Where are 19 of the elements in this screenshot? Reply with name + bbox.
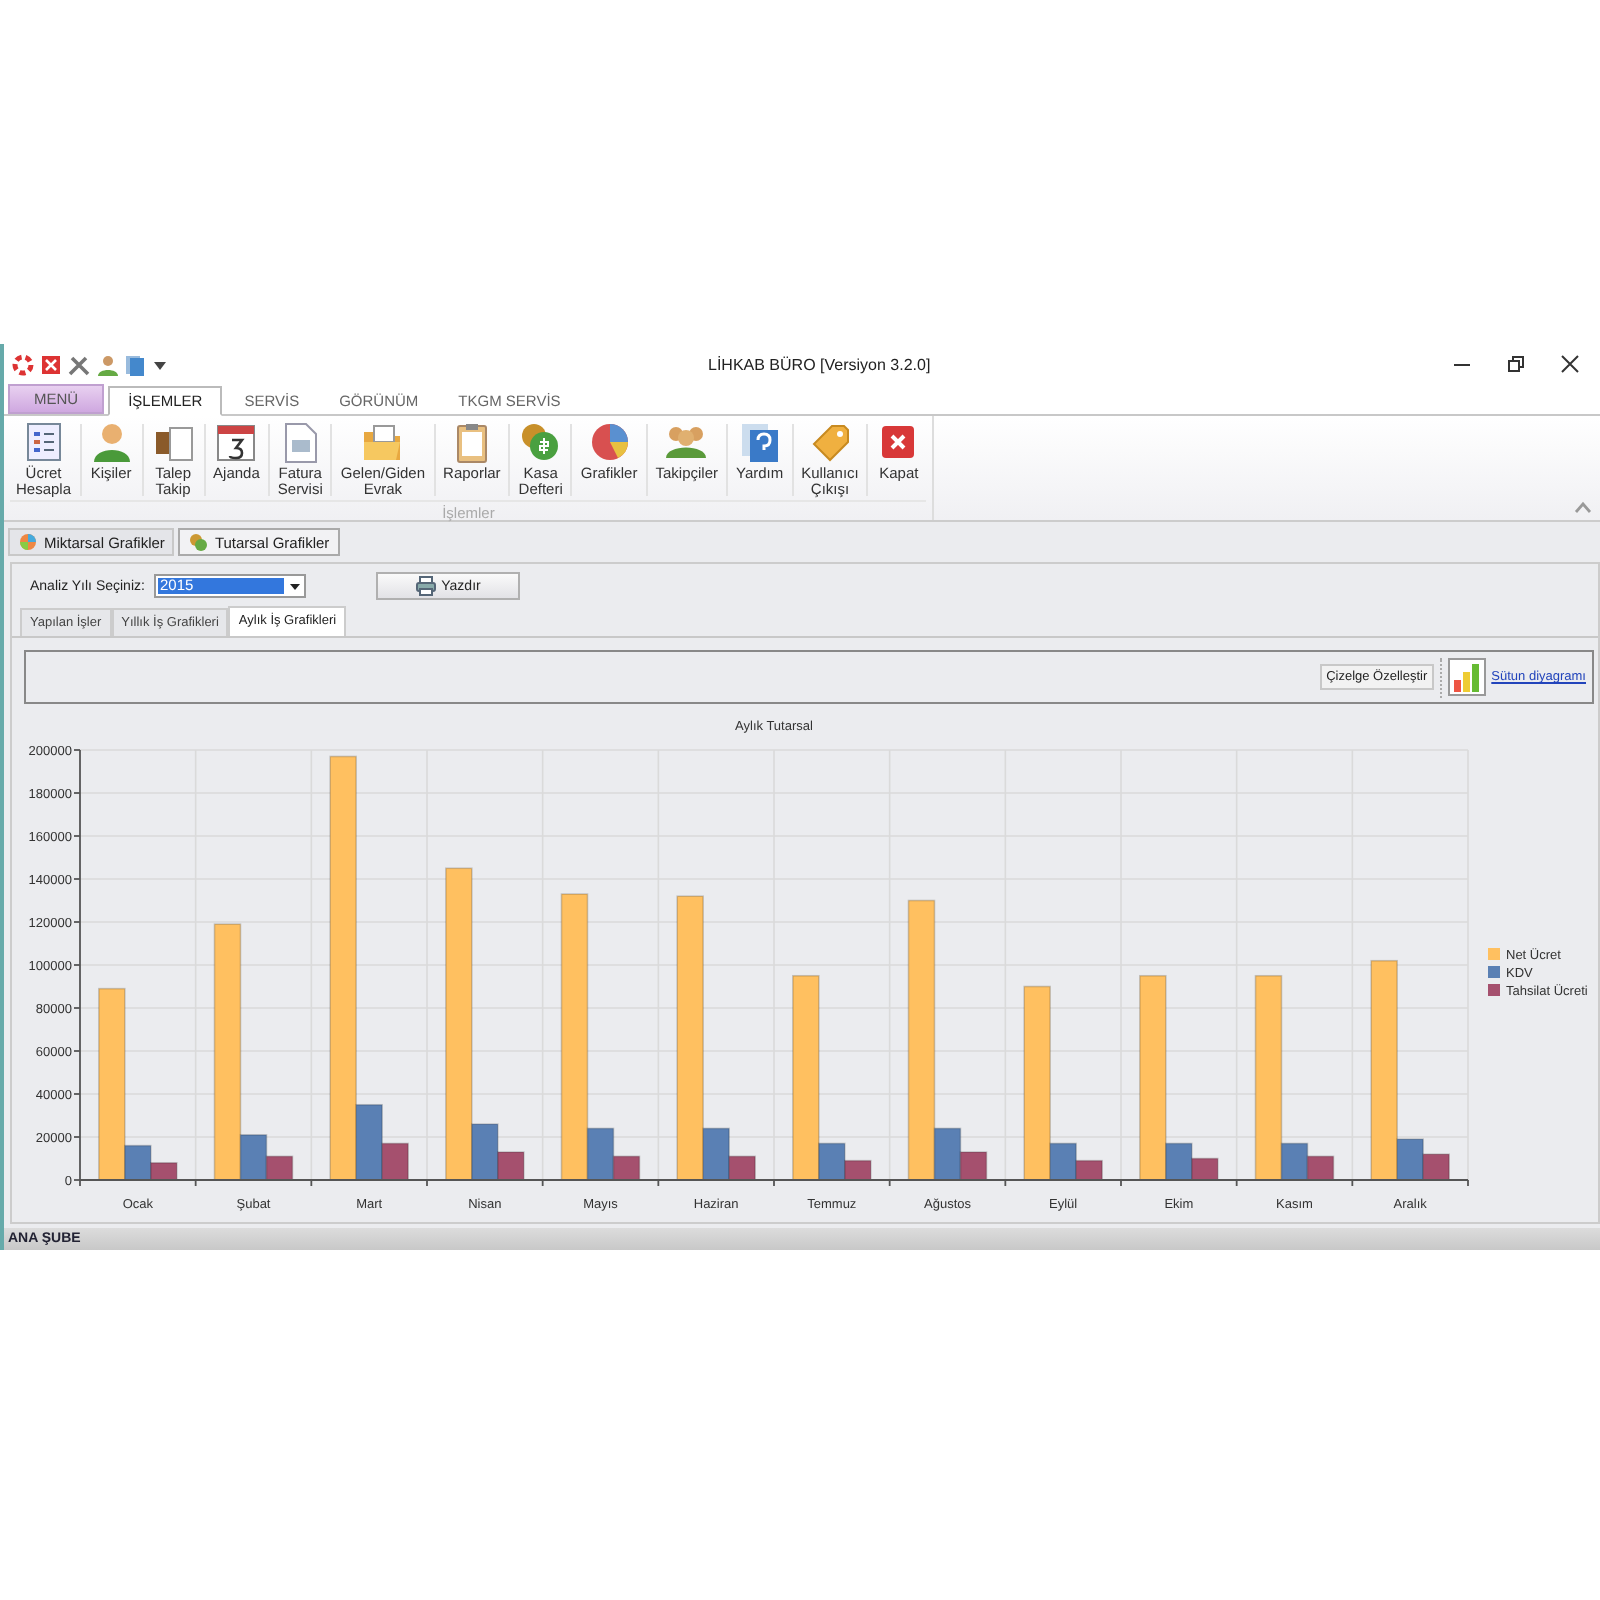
- person-icon: [89, 420, 134, 464]
- restore-icon[interactable]: [1506, 354, 1526, 374]
- coins-icon: [188, 532, 209, 552]
- calendar-icon: [214, 420, 259, 464]
- help-icon: [737, 420, 782, 464]
- printer-icon: [415, 576, 436, 596]
- close-icon[interactable]: [1560, 354, 1580, 374]
- collapse-icon[interactable]: [1574, 500, 1592, 514]
- folder-icon: [360, 420, 405, 464]
- pie-chart-icon: [587, 420, 632, 464]
- bar-chart-icon[interactable]: [1447, 658, 1486, 696]
- list-icon: [21, 420, 66, 464]
- coins-icon: [518, 420, 563, 464]
- document-icon[interactable]: [124, 353, 146, 375]
- tag-icon: [808, 420, 853, 464]
- app-logo-icon: [12, 353, 34, 375]
- window-title: LİHKAB BÜRO [Versiyon 3.2.0]: [708, 355, 931, 373]
- person-icon[interactable]: [96, 353, 118, 375]
- color-wheel-icon: [18, 532, 38, 552]
